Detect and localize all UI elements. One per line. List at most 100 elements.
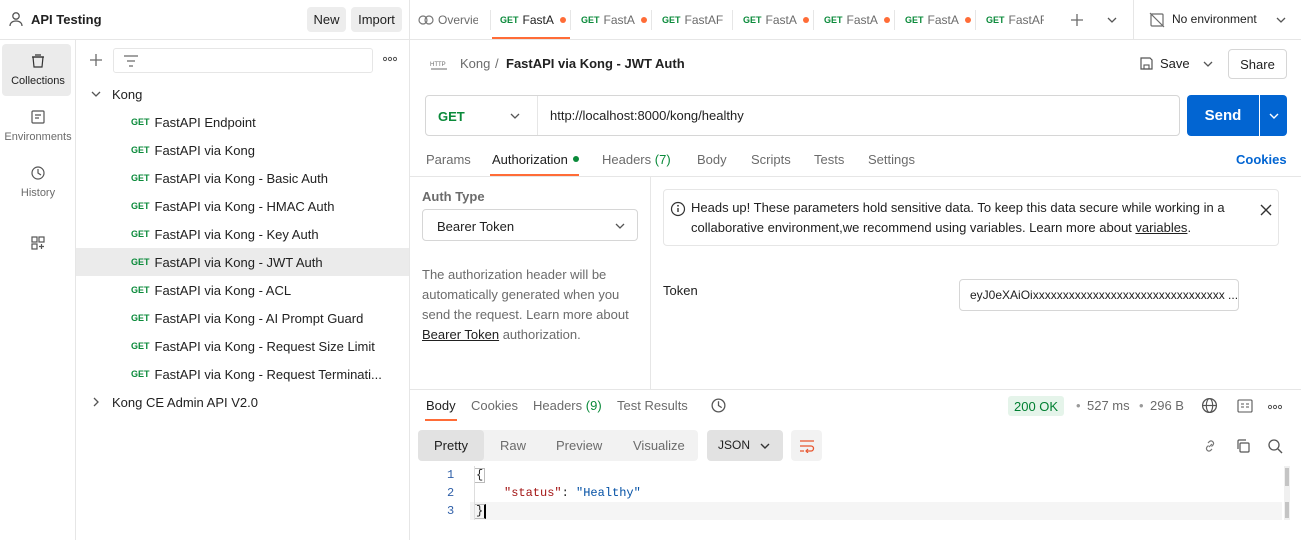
url-input[interactable]: http://localhost:8000/kong/healthy — [550, 108, 1170, 123]
scrollbar-track[interactable] — [1284, 466, 1290, 520]
tab-scripts[interactable]: Scripts — [751, 152, 791, 167]
auth-type-select[interactable]: Bearer Token — [422, 209, 638, 241]
tab-request-5[interactable]: GET FastA — [824, 0, 894, 39]
tree-folder-kong-ce[interactable]: Kong CE Admin API V2.0 — [76, 388, 409, 416]
method-value: GET — [438, 109, 465, 124]
chevron-down-icon — [613, 219, 627, 233]
copy-icon[interactable] — [1235, 438, 1251, 454]
tab-body[interactable]: Body — [697, 152, 727, 167]
close-icon[interactable] — [1259, 203, 1273, 217]
search-icon[interactable] — [1267, 438, 1283, 454]
response-size[interactable]: 296 B — [1150, 398, 1184, 413]
tabs-overflow-chevron-icon[interactable] — [1105, 13, 1119, 27]
save-options-chevron-icon[interactable] — [1201, 57, 1215, 71]
cookies-link[interactable]: Cookies — [1236, 152, 1287, 167]
tab-request-1[interactable]: GET FastA — [500, 0, 568, 39]
save-response-icon[interactable] — [1237, 399, 1253, 413]
tab-settings[interactable]: Settings — [868, 152, 915, 167]
response-time[interactable]: 527 ms — [1087, 398, 1130, 413]
format-select[interactable]: JSON — [707, 430, 783, 461]
nav-environments[interactable]: Environments — [0, 109, 76, 143]
send-options-button[interactable] — [1260, 95, 1287, 136]
more-options-icon[interactable] — [383, 54, 397, 64]
method-select[interactable]: GET — [426, 96, 538, 135]
list-item[interactable]: GET FastAPI via Kong — [76, 136, 409, 164]
auth-desc-text: The authorization header will be automat… — [422, 267, 629, 322]
request-panel: HTTP Kong / FastAPI via Kong - JWT Auth … — [410, 40, 1301, 540]
view-preview[interactable]: Preview — [556, 438, 602, 453]
method-label: GET — [131, 341, 150, 351]
tab-headers[interactable]: Headers (7) — [602, 152, 671, 167]
view-visualize[interactable]: Visualize — [633, 438, 685, 453]
nav-history[interactable]: History — [0, 165, 76, 199]
tab-label: Overvie — [438, 12, 478, 27]
nav-add-apps[interactable] — [0, 235, 76, 257]
folder-label: Kong — [112, 86, 143, 102]
share-button[interactable]: Share — [1228, 49, 1287, 79]
workspace-name[interactable]: API Testing — [31, 12, 102, 27]
tab-divider — [894, 10, 895, 30]
folder-label: Kong CE Admin API V2.0 — [112, 394, 258, 410]
save-button[interactable]: Save — [1160, 56, 1190, 71]
tab-label: FastA — [846, 12, 878, 27]
request-title[interactable]: FastAPI via Kong - JWT Auth — [506, 56, 685, 71]
search-collections-input[interactable] — [113, 48, 373, 73]
tab-overview[interactable]: Overvie — [418, 0, 478, 39]
response-body-editor[interactable]: 1 { 2 "status": "Healthy" 3 } — [410, 466, 1290, 540]
list-item[interactable]: GET FastAPI Endpoint — [76, 108, 409, 136]
import-button[interactable]: Import — [351, 7, 402, 32]
scrollbar-thumb[interactable] — [1285, 502, 1289, 518]
view-pretty[interactable]: Pretty — [418, 430, 484, 461]
tab-request-7[interactable]: GET FastAF — [986, 0, 1044, 39]
method-label: GET — [581, 14, 600, 25]
scrollbar-thumb[interactable] — [1285, 468, 1289, 486]
variables-link[interactable]: variables — [1135, 220, 1187, 235]
token-input[interactable]: eyJ0eXAiOixxxxxxxxxxxxxxxxxxxxxxxxxxxxxx… — [959, 279, 1239, 311]
more-options-icon[interactable] — [1268, 404, 1282, 410]
list-item[interactable]: GET FastAPI via Kong - Key Auth — [76, 220, 409, 248]
link-icon[interactable] — [1202, 438, 1218, 454]
item-label: FastAPI via Kong - Request Size Limit — [154, 338, 375, 354]
tab-request-6[interactable]: GET FastA — [905, 0, 975, 39]
active-tab-indicator — [492, 37, 570, 39]
tree-folder-kong[interactable]: Kong — [76, 80, 409, 108]
tab-request-3[interactable]: GET FastAF — [662, 0, 732, 39]
list-item[interactable]: GET FastAPI via Kong - Request Size Limit — [76, 332, 409, 360]
new-button[interactable]: New — [307, 7, 346, 32]
history-icon[interactable] — [710, 397, 727, 414]
response-tab-test-results[interactable]: Test Results — [617, 398, 688, 413]
collections-icon — [0, 53, 76, 69]
tab-params[interactable]: Params — [426, 152, 471, 167]
auth-desc-text: authorization. — [499, 327, 581, 342]
list-item[interactable]: GET FastAPI via Kong - Basic Auth — [76, 164, 409, 192]
nav-collections[interactable]: Collections — [0, 53, 76, 87]
view-raw[interactable]: Raw — [500, 438, 526, 453]
globe-icon[interactable] — [1201, 397, 1218, 414]
new-tab-plus-icon[interactable] — [1069, 12, 1085, 28]
chevron-right-icon — [90, 396, 102, 408]
json-key: "status" — [504, 486, 562, 500]
tab-authorization[interactable]: Authorization — [492, 152, 568, 167]
wrap-lines-button[interactable] — [791, 430, 822, 461]
user-icon — [8, 11, 24, 27]
bearer-token-link[interactable]: Bearer Token — [422, 327, 499, 342]
tab-tests[interactable]: Tests — [814, 152, 844, 167]
send-button[interactable]: Send — [1187, 95, 1259, 136]
tab-request-2[interactable]: GET FastA — [581, 0, 651, 39]
status-badge[interactable]: 200 OK — [1008, 396, 1065, 416]
response-tab-cookies[interactable]: Cookies — [471, 398, 518, 413]
list-item-selected[interactable]: GET FastAPI via Kong - JWT Auth — [76, 248, 409, 276]
tab-request-4[interactable]: GET FastA — [743, 0, 813, 39]
response-tab-headers[interactable]: Headers (9) — [533, 398, 602, 413]
alert-text: Heads up! These parameters hold sensitiv… — [691, 198, 1231, 238]
list-item[interactable]: GET FastAPI via Kong - Request Terminati.… — [76, 360, 409, 388]
breadcrumb-parent[interactable]: Kong — [460, 56, 490, 71]
item-label: FastAPI Endpoint — [154, 114, 256, 130]
list-item[interactable]: GET FastAPI via Kong - HMAC Auth — [76, 192, 409, 220]
response-tab-body[interactable]: Body — [426, 398, 456, 413]
add-collection-plus-icon[interactable] — [88, 52, 104, 68]
list-item[interactable]: GET FastAPI via Kong - ACL — [76, 276, 409, 304]
token-label: Token — [663, 283, 698, 298]
environment-selector[interactable]: No environment — [1134, 0, 1301, 39]
list-item[interactable]: GET FastAPI via Kong - AI Prompt Guard — [76, 304, 409, 332]
